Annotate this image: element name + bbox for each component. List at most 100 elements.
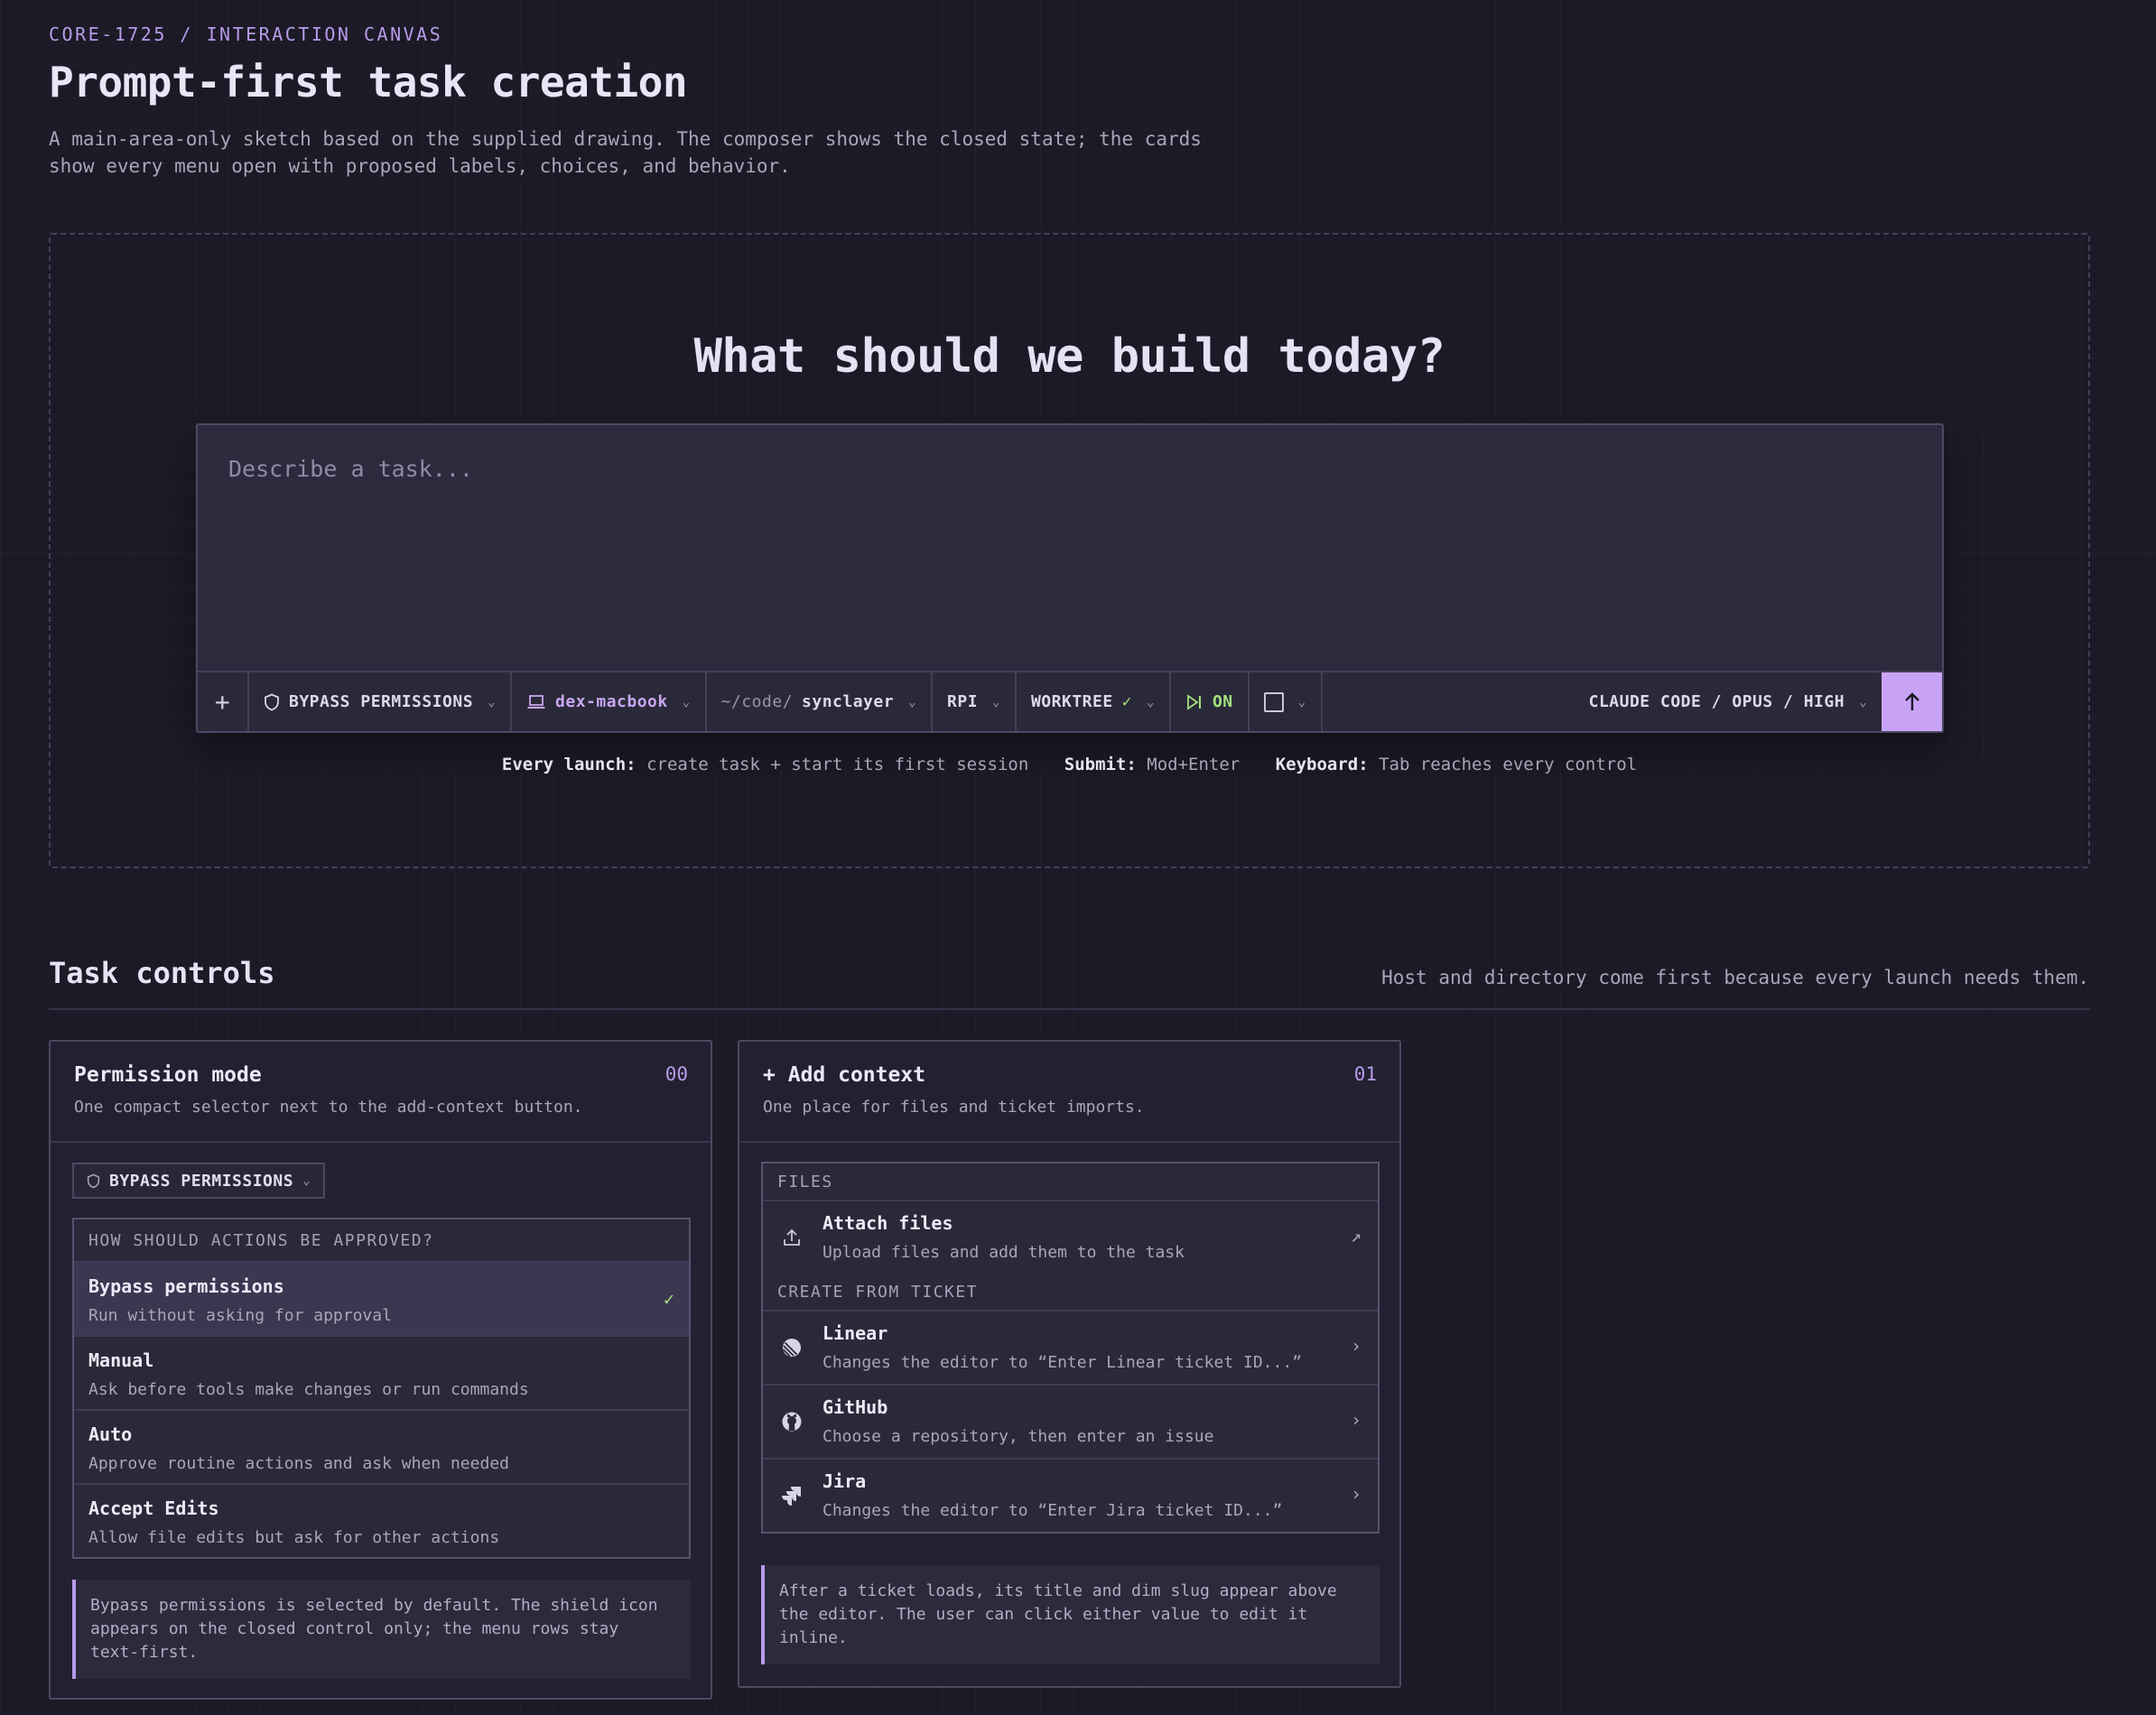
- permission-note: Bypass permissions is selected by defaul…: [72, 1580, 691, 1679]
- permissions-selector-closed[interactable]: BYPASS PERMISSIONS ⌄: [72, 1163, 326, 1199]
- option-description: Ask before tools make changes or run com…: [88, 1380, 529, 1399]
- autorun-label: ON: [1212, 692, 1233, 711]
- chevron-down-icon: ⌄: [1147, 694, 1155, 709]
- ticket-heading: CREATE FROM TICKET: [777, 1282, 979, 1302]
- square-icon: [1263, 691, 1284, 712]
- chevron-down-icon: ⌄: [1297, 694, 1306, 709]
- permissions-menu: HOW SHOULD ACTIONS BE APPROVED? Bypass p…: [72, 1218, 691, 1559]
- model-label: CLAUDE CODE / OPUS / HIGH: [1588, 692, 1845, 711]
- chevron-down-icon: ⌄: [908, 694, 917, 709]
- menu-option-manual[interactable]: Manual Ask before tools make changes or …: [74, 1335, 689, 1409]
- github-icon: [779, 1409, 804, 1434]
- context-note: After a ticket loads, its title and dim …: [761, 1565, 1380, 1664]
- linear-option[interactable]: Linear Changes the editor to “Enter Line…: [763, 1310, 1378, 1384]
- task-composer: + BYPASS PERMISSIONS ⌄ dex-macbook ⌄ ~/c…: [196, 423, 1944, 733]
- autorun-toggle[interactable]: ON: [1171, 672, 1250, 731]
- breadcrumb: CORE-1725 / INTERACTION CANVAS: [49, 23, 443, 45]
- files-heading: FILES: [777, 1172, 833, 1191]
- card-header: + Add context One place for files and ti…: [739, 1042, 1399, 1143]
- option-description: Changes the editor to “Enter Jira ticket…: [822, 1501, 1283, 1520]
- task-description-input[interactable]: [198, 425, 1942, 671]
- option-title: Linear: [822, 1322, 888, 1344]
- page: CORE-1725 / INTERACTION CANVAS Prompt-fi…: [0, 0, 2156, 1715]
- submit-button[interactable]: [1882, 672, 1942, 731]
- add-context-button[interactable]: +: [198, 672, 249, 731]
- directory-prefix: ~/code/: [720, 692, 794, 711]
- play-next-icon: [1187, 693, 1201, 710]
- option-title: Auto: [88, 1423, 133, 1445]
- option-title: GitHub: [822, 1396, 888, 1418]
- jira-icon: [779, 1483, 804, 1508]
- chevron-right-icon: ›: [1350, 1335, 1361, 1357]
- upload-icon: [779, 1225, 804, 1250]
- option-title: Jira: [822, 1470, 867, 1492]
- worktree-label: WORKTREE: [1030, 692, 1113, 711]
- option-title: Manual: [88, 1349, 154, 1371]
- chevron-down-icon: ⌄: [302, 1173, 311, 1188]
- composer-toolbar: + BYPASS PERMISSIONS ⌄ dex-macbook ⌄ ~/c…: [198, 671, 1942, 731]
- host-label: dex-macbook: [555, 692, 668, 711]
- menu-heading: HOW SHOULD ACTIONS BE APPROVED?: [88, 1230, 434, 1250]
- card-subtitle: One place for files and ticket imports.: [763, 1098, 1145, 1117]
- check-icon: ✓: [663, 1288, 674, 1310]
- arrow-up-icon: [1904, 691, 1919, 710]
- worktree-selector[interactable]: WORKTREE ✓ ⌄: [1017, 672, 1171, 731]
- permissions-label: BYPASS PERMISSIONS: [109, 1171, 294, 1191]
- chevron-down-icon: ⌄: [488, 694, 497, 709]
- check-icon: ✓: [1121, 692, 1133, 711]
- external-arrow-icon: ↗: [1350, 1225, 1361, 1247]
- menu-option-accept-edits[interactable]: Accept Edits Allow file edits but ask fo…: [74, 1483, 689, 1557]
- workflow-label: RPI: [947, 692, 979, 711]
- workflow-selector[interactable]: RPI ⌄: [933, 672, 1017, 731]
- section-divider: [49, 1008, 2090, 1010]
- menu-option-bypass[interactable]: Bypass permissions Run without asking fo…: [74, 1261, 689, 1335]
- menu-option-auto[interactable]: Auto Approve routine actions and ask whe…: [74, 1409, 689, 1483]
- context-menu: FILES Attach files Upload files and add …: [761, 1162, 1380, 1534]
- directory-name: synclayer: [802, 692, 895, 711]
- option-description: Upload files and add them to the task: [822, 1243, 1185, 1262]
- card-subtitle: One compact selector next to the add-con…: [74, 1098, 583, 1117]
- card-number: 01: [1353, 1063, 1377, 1085]
- composer-hints: Every launch: create task + start its fi…: [51, 755, 2088, 774]
- option-title: Attach files: [822, 1212, 953, 1234]
- host-selector[interactable]: dex-macbook ⌄: [512, 672, 707, 731]
- github-option[interactable]: GitHub Choose a repository, then enter a…: [763, 1384, 1378, 1458]
- chevron-down-icon: ⌄: [682, 694, 691, 709]
- hint-submit: Submit: Mod+Enter: [1064, 755, 1241, 774]
- section-title: Task controls: [49, 956, 275, 990]
- hint-launch: Every launch: create task + start its fi…: [501, 755, 1029, 774]
- model-selector[interactable]: CLAUDE CODE / OPUS / HIGH ⌄: [1575, 672, 1882, 731]
- card-title: Permission mode: [74, 1063, 262, 1087]
- option-description: Approve routine actions and ask when nee…: [88, 1454, 509, 1473]
- shield-icon: [87, 1173, 100, 1188]
- option-description: Changes the editor to “Enter Linear tick…: [822, 1353, 1303, 1372]
- add-context-card: + Add context One place for files and ti…: [738, 1040, 1401, 1688]
- shield-icon: [265, 693, 279, 710]
- chevron-down-icon: ⌄: [992, 694, 1000, 709]
- layout-selector[interactable]: ⌄: [1250, 672, 1323, 731]
- laptop-icon: [527, 694, 545, 709]
- attach-files-option[interactable]: Attach files Upload files and add them t…: [763, 1200, 1378, 1274]
- option-title: Bypass permissions: [88, 1275, 284, 1297]
- permissions-selector[interactable]: BYPASS PERMISSIONS ⌄: [249, 672, 513, 731]
- permissions-label: BYPASS PERMISSIONS: [289, 692, 474, 711]
- jira-option[interactable]: Jira Changes the editor to “Enter Jira t…: [763, 1458, 1378, 1532]
- hint-keyboard: Keyboard: Tab reaches every control: [1275, 755, 1638, 774]
- linear-icon: [779, 1335, 804, 1360]
- card-number: 00: [664, 1063, 688, 1085]
- option-title: Accept Edits: [88, 1497, 219, 1519]
- option-description: Allow file edits but ask for other actio…: [88, 1528, 500, 1547]
- card-title: + Add context: [763, 1063, 926, 1087]
- option-description: Run without asking for approval: [88, 1306, 392, 1325]
- hero-heading: What should we build today?: [693, 329, 1445, 384]
- chevron-right-icon: ›: [1350, 1409, 1361, 1431]
- interaction-canvas: What should we build today? + BYPASS PER…: [49, 233, 2090, 868]
- page-description: A main-area-only sketch based on the sup…: [49, 128, 1202, 177]
- permission-mode-card: Permission mode One compact selector nex…: [49, 1040, 712, 1700]
- page-title: Prompt-first task creation: [49, 58, 688, 107]
- card-header: Permission mode One compact selector nex…: [51, 1042, 711, 1143]
- chevron-down-icon: ⌄: [1859, 694, 1867, 709]
- chevron-right-icon: ›: [1350, 1483, 1361, 1505]
- directory-selector[interactable]: ~/code/ synclayer ⌄: [707, 672, 934, 731]
